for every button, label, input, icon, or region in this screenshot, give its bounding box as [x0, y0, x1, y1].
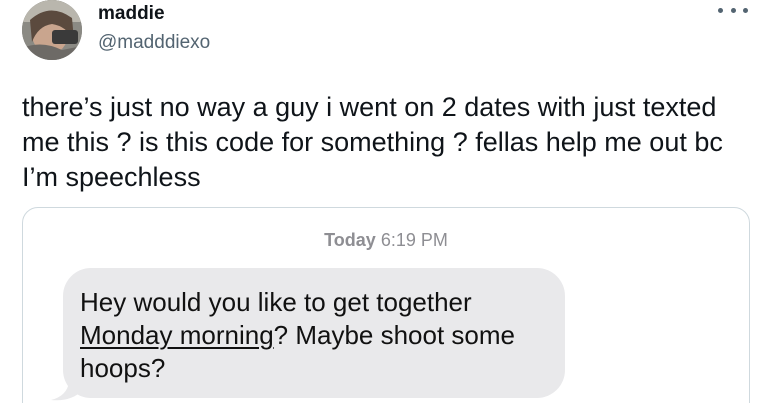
- message-part-1: Hey would you like to get together: [80, 287, 472, 317]
- user-handle[interactable]: @madddiexo: [98, 32, 210, 54]
- timestamp-time: 6:19 PM: [380, 230, 448, 250]
- timestamp-day: Today: [324, 230, 376, 250]
- more-dot: [718, 7, 723, 13]
- more-dot: [730, 7, 736, 13]
- message-timestamp: Today 6:19 PM: [23, 230, 749, 251]
- avatar[interactable]: [22, 0, 82, 60]
- display-name[interactable]: maddie: [98, 3, 165, 25]
- date-link[interactable]: Monday morning: [80, 320, 274, 350]
- tweet-card: maddie @madddiexo there’s just no way a …: [0, 0, 768, 403]
- tweet-text: there’s just no way a guy i went on 2 da…: [22, 92, 723, 192]
- more-dot: [743, 7, 748, 13]
- more-options-icon[interactable]: [718, 0, 748, 20]
- attached-image[interactable]: Today 6:19 PM Hey would you like to get …: [22, 207, 750, 403]
- message-text: Hey would you like to get together Monda…: [80, 286, 560, 385]
- profile-photo-icon: [22, 0, 82, 60]
